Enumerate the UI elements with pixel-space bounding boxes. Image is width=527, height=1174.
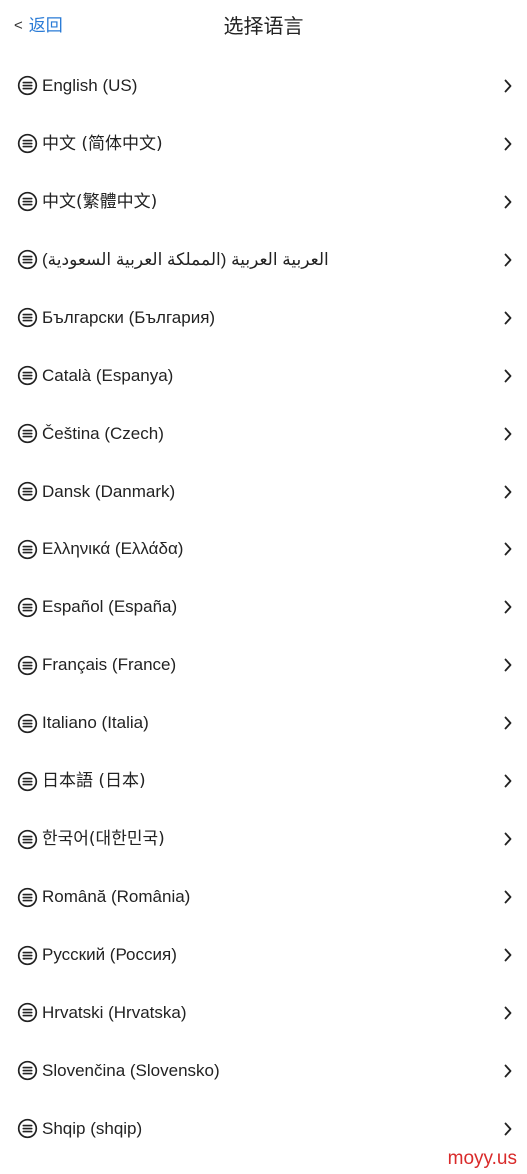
language-label: Български (България) [42, 307, 216, 327]
chevron-right-icon [504, 543, 512, 556]
message-lines-icon [17, 481, 38, 502]
language-label: العربية العربية (المملكة العربية السعودي… [42, 249, 329, 269]
message-lines-icon [17, 887, 38, 907]
language-label: Shqip (shqip) [42, 1118, 143, 1138]
chevron-right-icon [504, 832, 512, 846]
language-label: Dansk (Danmark) [42, 481, 176, 501]
language-item-croatian[interactable]: Hrvatski (Hrvatska) [0, 984, 527, 1042]
language-label: Français (France) [42, 655, 177, 675]
message-lines-icon [17, 134, 38, 154]
language-item-spanish[interactable]: Español (España) [0, 578, 527, 636]
language-label: 中文 (简体中文) [42, 133, 163, 154]
language-label: Русский (Россия) [42, 945, 177, 965]
message-lines-icon [17, 1119, 38, 1139]
chevron-right-icon [504, 716, 512, 730]
language-label: Română (România) [42, 887, 191, 907]
chevron-right-icon [504, 1122, 512, 1136]
chevron-right-icon [504, 485, 512, 498]
message-lines-icon [17, 308, 38, 328]
chevron-right-icon [504, 1064, 512, 1078]
language-item-russian[interactable]: Русский (Россия) [0, 926, 527, 984]
message-lines-icon [17, 1061, 38, 1081]
chevron-right-icon [504, 1006, 512, 1020]
language-item-japanese[interactable]: 日本語 (日本) [0, 752, 527, 810]
language-item-french[interactable]: Français (France) [0, 636, 527, 694]
chevron-right-icon [504, 79, 512, 93]
language-label: Slovenčina (Slovensko) [42, 1060, 220, 1080]
language-list: English (US) 中文 (简体中文) 中文(繁體中文) العربية … [0, 57, 527, 1158]
language-label: Español (España) [42, 597, 178, 617]
chevron-right-icon [504, 137, 512, 151]
watermark: moyy.us [447, 1148, 517, 1169]
message-lines-icon [17, 655, 38, 675]
language-item-catalan[interactable]: Català (Espanya) [0, 347, 527, 405]
message-lines-icon [17, 597, 38, 618]
message-lines-icon [17, 945, 38, 965]
chevron-right-icon [504, 774, 512, 788]
chevron-right-icon [504, 253, 512, 267]
language-item-romanian[interactable]: Română (România) [0, 868, 527, 926]
language-item-chinese-traditional[interactable]: 中文(繁體中文) [0, 173, 527, 231]
language-label: Ελληνικά (Ελλάδα) [42, 539, 184, 559]
language-label: 日本語 (日本) [42, 771, 146, 792]
message-lines-icon [17, 771, 38, 791]
language-item-italian[interactable]: Italiano (Italia) [0, 694, 527, 752]
nav-bar: < 返回 选择语言 [0, 0, 527, 52]
chevron-right-icon [504, 427, 512, 440]
page-title: 选择语言 [223, 14, 304, 38]
chevron-right-icon [504, 311, 512, 325]
message-lines-icon [17, 423, 38, 444]
language-item-arabic[interactable]: العربية العربية (المملكة العربية السعودي… [0, 231, 527, 289]
chevron-right-icon [504, 369, 512, 383]
message-lines-icon [17, 829, 38, 849]
message-lines-icon [17, 366, 38, 386]
message-lines-icon [17, 192, 38, 212]
message-lines-icon [17, 713, 38, 733]
chevron-right-icon [504, 890, 512, 904]
language-item-danish[interactable]: Dansk (Danmark) [0, 463, 527, 521]
language-label: Català (Espanya) [42, 365, 174, 385]
language-item-greek[interactable]: Ελληνικά (Ελλάδα) [0, 521, 527, 579]
language-item-slovak[interactable]: Slovenčina (Slovensko) [0, 1042, 527, 1100]
chevron-right-icon [504, 658, 512, 672]
chevron-right-icon [504, 601, 512, 614]
language-label: 한국어(대한민국) [42, 829, 165, 850]
language-label: Italiano (Italia) [42, 713, 149, 733]
language-item-korean[interactable]: 한국어(대한민국) [0, 810, 527, 868]
language-label: English (US) [42, 75, 138, 95]
message-lines-icon [17, 539, 38, 560]
language-label: Čeština (Czech) [42, 423, 164, 443]
message-lines-icon [17, 250, 38, 270]
language-item-chinese-simplified[interactable]: 中文 (简体中文) [0, 115, 527, 173]
message-lines-icon [17, 1003, 38, 1023]
chevron-right-icon [504, 948, 512, 962]
language-item-bulgarian[interactable]: Български (България) [0, 289, 527, 347]
language-label: 中文(繁體中文) [42, 191, 158, 212]
chevron-right-icon [504, 195, 512, 209]
language-item-english-us[interactable]: English (US) [0, 57, 527, 115]
language-label: Hrvatski (Hrvatska) [42, 1002, 187, 1022]
language-item-czech[interactable]: Čeština (Czech) [0, 405, 527, 463]
message-lines-icon [17, 76, 38, 96]
